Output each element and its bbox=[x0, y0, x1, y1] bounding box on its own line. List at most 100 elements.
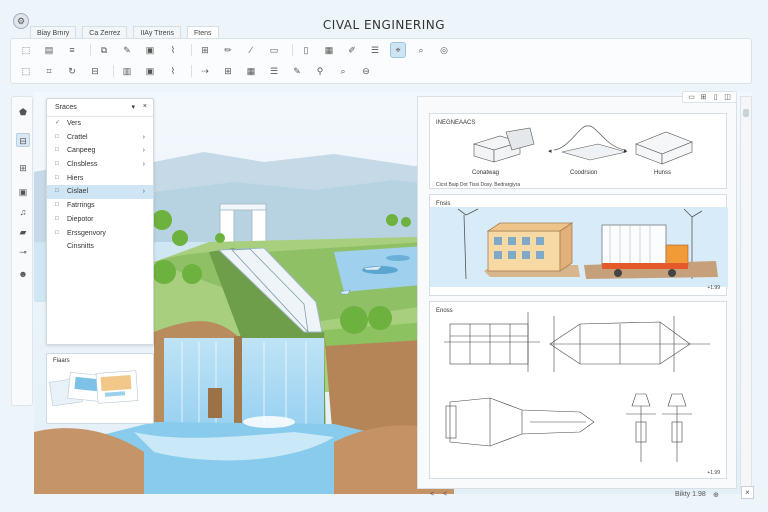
grid-icon[interactable]: ⊞ bbox=[198, 43, 212, 57]
bottom-status-bar: < < Bikty 1.98 ⊕ × bbox=[417, 486, 754, 503]
rotate-icon[interactable]: ↻ bbox=[65, 64, 79, 78]
rect-icon[interactable]: ▭ bbox=[267, 43, 281, 57]
zoom-icon[interactable]: ⌕ bbox=[336, 64, 350, 78]
link-icon[interactable]: ⊸ bbox=[16, 245, 30, 259]
chevron-right-icon[interactable]: › bbox=[143, 131, 145, 145]
split-view-icon[interactable]: ◫ bbox=[723, 93, 732, 101]
layer-item[interactable]: □ Fatrrings bbox=[47, 199, 153, 213]
layer-item[interactable]: □ Diepotor bbox=[47, 213, 153, 227]
zoom-icon[interactable]: ⊕ bbox=[713, 491, 719, 499]
layer-label: Vers bbox=[67, 120, 82, 127]
arrow-icon[interactable]: ⇢ bbox=[198, 64, 212, 78]
toolbar-separator bbox=[191, 44, 192, 56]
select-icon[interactable]: ⬚ bbox=[19, 64, 33, 78]
pencil-icon[interactable]: ✏ bbox=[221, 43, 235, 57]
layer-label: Erssgenvory bbox=[67, 229, 106, 237]
grid-icon[interactable]: ⊞ bbox=[16, 161, 30, 175]
toolbar-separator bbox=[113, 65, 114, 77]
next-page-button[interactable]: < bbox=[443, 491, 447, 498]
image-icon[interactable]: ▣ bbox=[143, 64, 157, 78]
close-button[interactable]: × bbox=[741, 486, 754, 499]
single-view-icon[interactable]: ▭ bbox=[687, 93, 696, 101]
text-icon[interactable]: ≡ bbox=[65, 43, 79, 57]
photos-panel: Fiaars bbox=[46, 353, 154, 424]
zoom-icon[interactable]: ⌕ bbox=[414, 43, 428, 57]
layers-panel: Sraces ▾ × ✓ Vers □ Crattel › □ Canpeeg › □ Clnsb… bbox=[46, 98, 154, 345]
close-icon[interactable]: × bbox=[143, 103, 147, 110]
buildings-card[interactable]: Fnsis +1.99 bbox=[429, 194, 728, 296]
layer-icon: □ bbox=[55, 188, 59, 195]
layer-item[interactable]: □ Cislael › bbox=[47, 185, 153, 200]
stack-icon[interactable]: ⧉ bbox=[97, 43, 111, 57]
buildings-card-footer: +1.99 bbox=[707, 285, 720, 291]
toolbar-row-1: ⬚ ▤ ≡ ⧉ ✎ ▣ ⌇ ⊞ ✏ ∕ ▭ ▯ ▦ ✐ ☰ ⌖ ⌕ ◎ bbox=[19, 42, 460, 58]
layers-list: ✓ Vers □ Crattel › □ Canpeeg › □ Clnsbless › □ Hiers… bbox=[47, 117, 153, 254]
layer-label: Diepotor bbox=[67, 215, 94, 223]
pen-icon[interactable]: ✎ bbox=[290, 64, 304, 78]
layer-label: Fatrrings bbox=[67, 202, 95, 210]
layer-item[interactable]: □ Erssgenvory bbox=[47, 227, 153, 241]
brush-icon[interactable]: ⌇ bbox=[166, 43, 180, 57]
layers-icon[interactable]: ⊟ bbox=[88, 64, 102, 78]
image-icon[interactable]: ▣ bbox=[143, 43, 157, 57]
select-icon[interactable]: ⬚ bbox=[19, 43, 33, 57]
doc-icon[interactable]: ▯ bbox=[299, 43, 313, 57]
layer-item[interactable]: Cinsnitts bbox=[47, 240, 153, 254]
layer-item[interactable]: □ Canpeeg › bbox=[47, 144, 153, 158]
layer-icon: □ bbox=[55, 202, 59, 209]
chevron-right-icon[interactable]: › bbox=[143, 158, 145, 172]
view-controls: ▭ ⊞ ▯ ◫ bbox=[682, 91, 737, 103]
buildings-illustration bbox=[430, 207, 728, 287]
brush-icon[interactable]: ⌇ bbox=[166, 64, 180, 78]
layer-item[interactable]: □ Hiers bbox=[47, 172, 153, 186]
left-tool-rail: ⬟ ⊟ ⊞ ▣ ♫ ▰ ⊸ ☻ bbox=[11, 96, 33, 406]
crop-icon[interactable]: ⌗ bbox=[42, 64, 56, 78]
layer-item[interactable]: □ Clnsbless › bbox=[47, 158, 153, 172]
target-icon[interactable]: ◎ bbox=[437, 43, 451, 57]
home-icon[interactable]: ⬟ bbox=[16, 105, 30, 119]
edit-icon[interactable]: ✐ bbox=[345, 43, 359, 57]
prev-page-button[interactable]: < bbox=[430, 491, 434, 498]
scrollbar-thumb[interactable] bbox=[743, 109, 749, 117]
chevron-right-icon[interactable]: › bbox=[143, 144, 145, 158]
user-icon[interactable]: ☻ bbox=[16, 267, 30, 281]
toolbar: ⬚ ▤ ≡ ⧉ ✎ ▣ ⌇ ⊞ ✏ ∕ ▭ ▯ ▦ ✐ ☰ ⌖ ⌕ ◎ ⬚ ⌗ ↻ ⊟ ▥ ▣ ⌇ ⇢ ⊞ ▦ ☰ ✎ ⚲ ⌕ ⊖ bbox=[10, 38, 752, 84]
layer-icon: □ bbox=[55, 229, 59, 236]
line-icon[interactable]: ∕ bbox=[244, 43, 258, 57]
page-icon[interactable]: ▤ bbox=[42, 43, 56, 57]
chevron-down-icon[interactable]: ▾ bbox=[131, 103, 135, 111]
layer-item[interactable]: □ Crattel › bbox=[47, 131, 153, 145]
grid-view-icon[interactable]: ⊞ bbox=[699, 93, 708, 101]
blueprints-card-footer: +1.99 bbox=[707, 470, 720, 476]
layer-item[interactable]: ✓ Vers bbox=[47, 117, 153, 131]
table-icon[interactable]: ▦ bbox=[244, 64, 258, 78]
layers-panel-header: Sraces ▾ × bbox=[47, 99, 153, 117]
pin-icon[interactable]: ⚲ bbox=[313, 64, 327, 78]
layer-icon: ✓ bbox=[55, 120, 61, 126]
pen-icon[interactable]: ✎ bbox=[120, 43, 134, 57]
table-icon[interactable]: ▦ bbox=[322, 43, 336, 57]
vertical-scrollbar[interactable] bbox=[740, 96, 752, 489]
blueprints-card[interactable]: Enoss +1.99 bbox=[429, 301, 727, 479]
chevron-right-icon[interactable]: › bbox=[143, 185, 145, 199]
layer-label: Cinsnitts bbox=[67, 243, 94, 251]
bar-icon[interactable]: ▥ bbox=[120, 64, 134, 78]
figure-label-3: Hunss bbox=[654, 170, 672, 176]
music-icon[interactable]: ♫ bbox=[16, 205, 30, 219]
list-icon[interactable]: ☰ bbox=[368, 43, 382, 57]
photos-thumbnails[interactable] bbox=[47, 366, 153, 422]
list-icon[interactable]: ☰ bbox=[267, 64, 281, 78]
layer-icon: □ bbox=[55, 133, 59, 140]
folder-icon[interactable]: ▰ bbox=[16, 225, 30, 239]
layer-label: Hiers bbox=[67, 174, 84, 182]
toolbar-separator bbox=[90, 44, 91, 56]
grid-icon[interactable]: ⊞ bbox=[221, 64, 235, 78]
toolbar-row-2: ⬚ ⌗ ↻ ⊟ ▥ ▣ ⌇ ⇢ ⊞ ▦ ☰ ✎ ⚲ ⌕ ⊖ bbox=[19, 64, 382, 78]
layer-icon: □ bbox=[55, 215, 59, 222]
cursor-icon[interactable]: ⌖ bbox=[390, 42, 406, 58]
engineering-card[interactable]: INEGNEAACS ◂ ▸ Conatwag Coodrsion Hunss C… bbox=[429, 113, 727, 189]
page-view-icon[interactable]: ▯ bbox=[711, 93, 720, 101]
image-icon[interactable]: ▣ bbox=[16, 185, 30, 199]
layers-icon[interactable]: ⊟ bbox=[16, 133, 30, 147]
zoom-out-icon[interactable]: ⊖ bbox=[359, 64, 373, 78]
